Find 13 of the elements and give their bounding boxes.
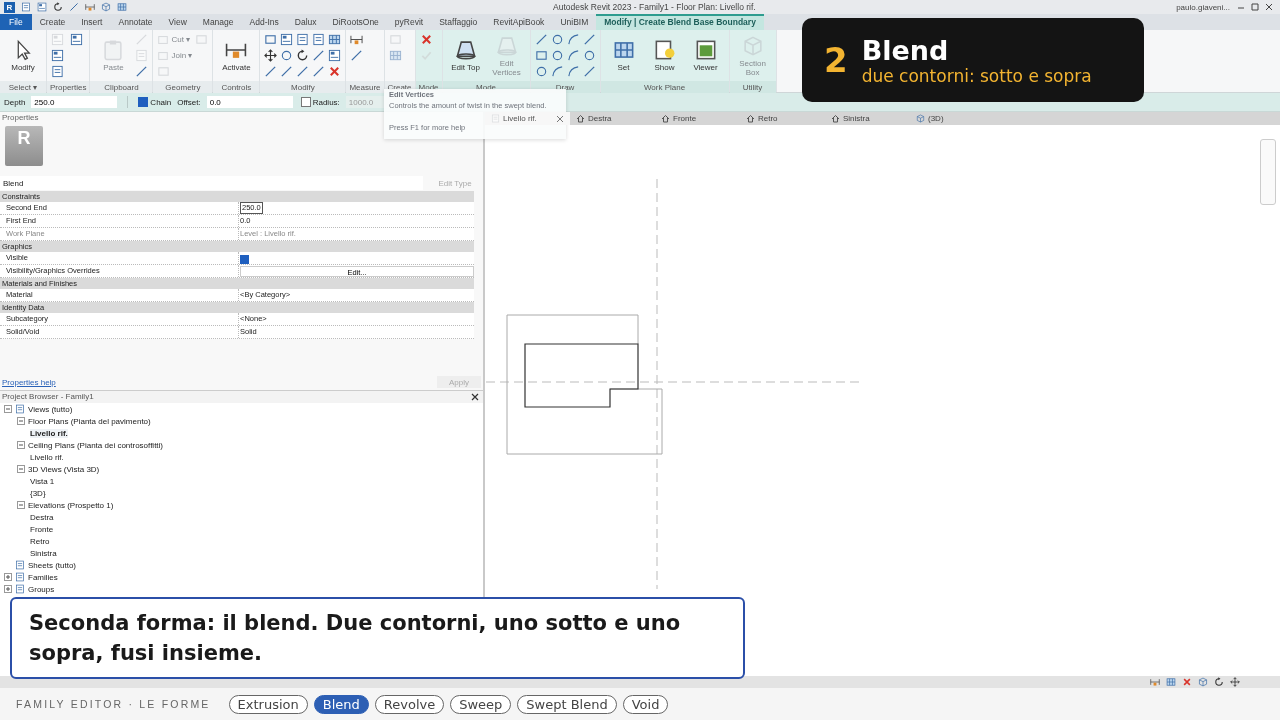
- step-subtitle: due contorni: sotto e sopra: [861, 65, 1092, 86]
- type-image: R: [5, 126, 43, 166]
- field-label: Offset:: [177, 97, 201, 107]
- checkbox-label: Chain: [150, 97, 172, 107]
- panel-title: Properties: [1, 112, 39, 124]
- field-label: Depth: [4, 97, 26, 107]
- panel-title: Project Browser - Family1: [2, 391, 94, 403]
- checkbox-label: Radius:: [312, 97, 340, 107]
- step-title: Blend: [861, 34, 950, 66]
- step-number: 2: [824, 40, 848, 80]
- caption: Seconda forma: il blend. Due contorni, uno sotto e uno sopra, fusi insieme.: [10, 597, 745, 679]
- series-label: FAMILY EDITOR · LE FORME: [16, 698, 211, 710]
- window-title: Autodesk Revit 2023 - Family1 - Floor Plan: Livello rif.: [553, 2, 756, 12]
